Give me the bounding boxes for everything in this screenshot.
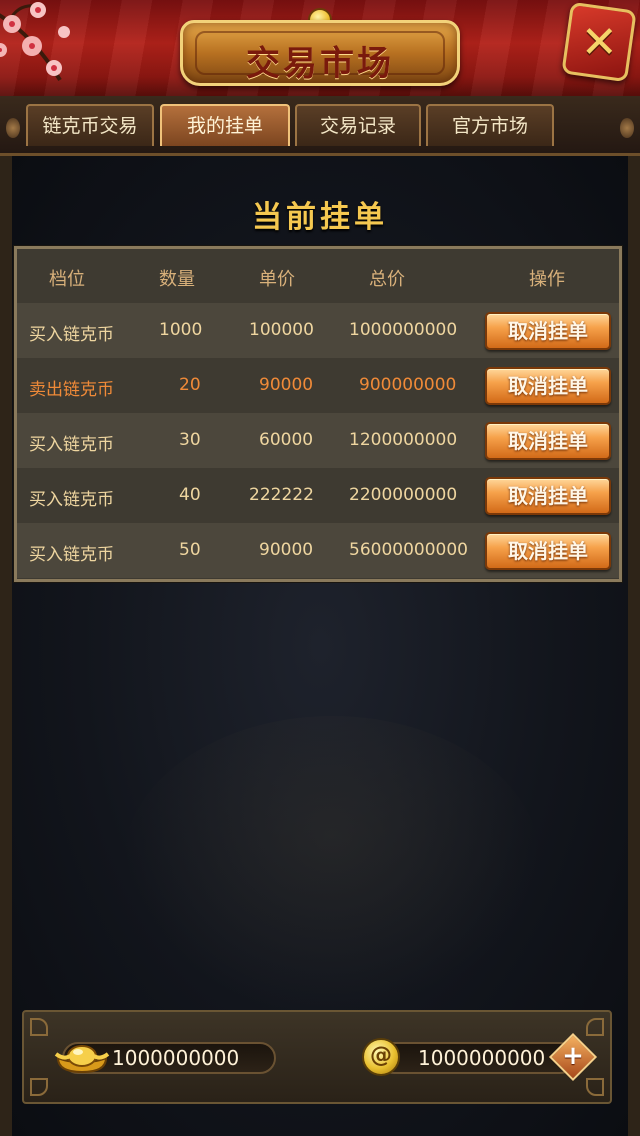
cancel-order-button[interactable]: 取消挂单: [485, 532, 611, 570]
header-quantity: 数量: [159, 269, 195, 290]
row-type: 卖出链克币: [29, 380, 114, 400]
row-unit-price: 100000: [249, 320, 314, 340]
page-title: 交易市场: [246, 44, 394, 84]
section-title: 当前挂单: [252, 200, 388, 235]
row-total-price: 1000000000: [349, 320, 458, 340]
corner-ornament: [586, 1078, 604, 1096]
row-total-price: 900000000: [359, 375, 457, 395]
tab-bar-right-ornament: [620, 118, 634, 138]
plum-blossom-icon: [0, 2, 70, 82]
table-row: 买入链克币 30 60000 1200000000 取消挂单: [17, 413, 619, 468]
row-total-price: 56000000000: [349, 540, 468, 560]
row-quantity: 50: [179, 540, 201, 560]
table-row: 买入链克币 1000 100000 1000000000 取消挂单: [17, 303, 619, 358]
close-button[interactable]: ✕: [561, 1, 637, 83]
table-row: 买入链克币 50 90000 56000000000 取消挂单: [17, 523, 619, 578]
row-total-price: 1200000000: [349, 430, 458, 450]
gold-ingot-icon: [54, 1045, 110, 1074]
row-unit-price: 60000: [259, 430, 314, 450]
tab-link-coin-trade[interactable]: 链克币交易: [26, 104, 154, 146]
cancel-order-button[interactable]: 取消挂单: [485, 477, 611, 515]
tab-trade-history[interactable]: 交易记录: [295, 104, 421, 146]
row-type: 买入链克币: [29, 490, 114, 510]
cancel-order-button[interactable]: 取消挂单: [485, 422, 611, 460]
header-banner: 交易市场 ✕: [0, 0, 640, 100]
header-action: 操作: [529, 269, 565, 290]
tab-official-market[interactable]: 官方市场: [426, 104, 554, 146]
header-total-price: 总价: [369, 269, 405, 290]
row-type: 买入链克币: [29, 435, 114, 455]
row-unit-price: 90000: [259, 540, 314, 560]
row-quantity: 1000: [159, 320, 203, 340]
row-quantity: 30: [179, 430, 201, 450]
row-unit-price: 90000: [259, 375, 314, 395]
row-unit-price: 222222: [249, 485, 314, 505]
tab-my-orders[interactable]: 我的挂单: [160, 104, 290, 146]
corner-ornament: [30, 1018, 48, 1036]
orders-table: 档位 数量 单价 总价 操作 买入链克币 1000 100000 1000000…: [14, 246, 622, 582]
table-header: 档位 数量 单价 总价 操作: [17, 249, 619, 303]
header-tier: 档位: [49, 269, 85, 290]
row-type: 买入链克币: [29, 325, 114, 345]
corner-ornament: [586, 1018, 604, 1036]
dragon-watermark: [122, 716, 542, 1016]
cancel-order-button[interactable]: 取消挂单: [485, 312, 611, 350]
plus-icon: +: [562, 1041, 584, 1071]
row-total-price: 2200000000: [349, 485, 458, 505]
close-icon: ✕: [580, 16, 618, 68]
cancel-order-button[interactable]: 取消挂单: [485, 367, 611, 405]
table-row: 卖出链克币 20 90000 900000000 取消挂单: [17, 358, 619, 413]
row-quantity: 40: [179, 485, 201, 505]
header-unit-price: 单价: [259, 269, 295, 290]
row-quantity: 20: [179, 375, 201, 395]
tab-bar-left-ornament: [6, 118, 20, 138]
corner-ornament: [30, 1078, 48, 1096]
link-coin-icon: @: [362, 1038, 400, 1076]
row-type: 买入链克币: [29, 545, 114, 565]
table-row: 买入链克币 40 222222 2200000000 取消挂单: [17, 468, 619, 523]
link-coin-balance: 1000000000: [378, 1042, 576, 1074]
